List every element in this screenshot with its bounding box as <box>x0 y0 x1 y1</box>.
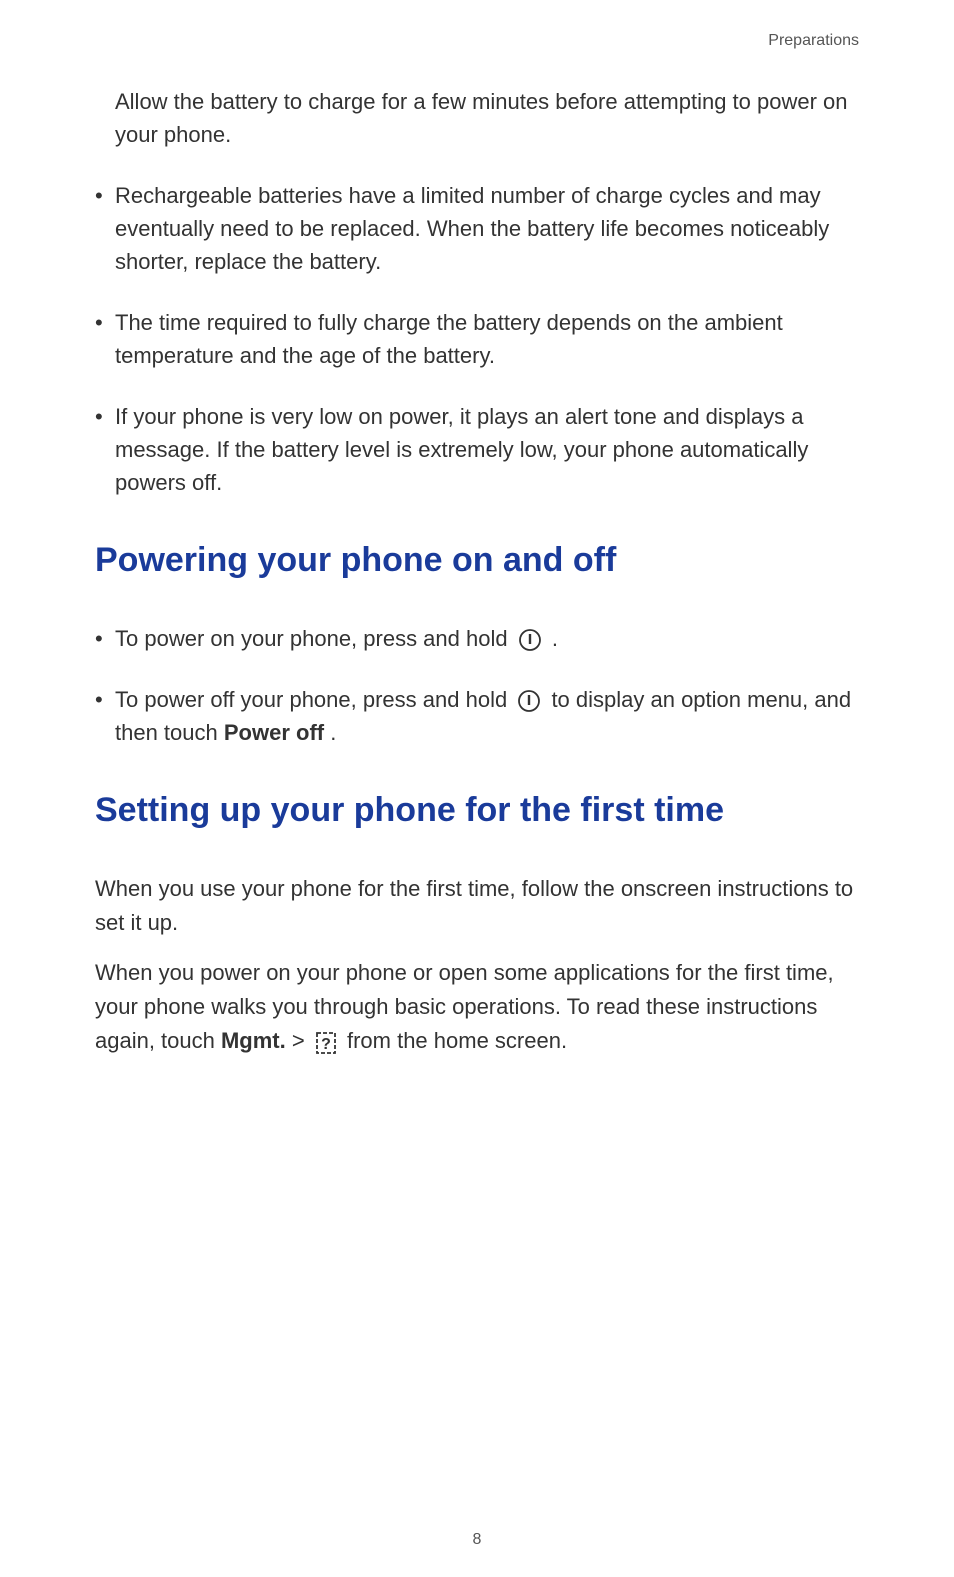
power-off-bold-label: Power off <box>224 720 324 745</box>
power-on-text-pre: To power on your phone, press and hold <box>115 626 514 651</box>
svg-text:?: ? <box>321 1036 331 1053</box>
power-off-text-pre: To power off your phone, press and hold <box>115 687 513 712</box>
bullet-item-power-off: To power off your phone, press and hold … <box>95 683 859 749</box>
intro-paragraph: Allow the battery to charge for a few mi… <box>95 85 859 151</box>
bullet-item-charge-time: The time required to fully charge the ba… <box>95 306 859 372</box>
heading-powering-phone: Powering your phone on and off <box>95 541 859 580</box>
power-button-icon <box>518 628 542 652</box>
page-content: Allow the battery to charge for a few mi… <box>95 85 859 1058</box>
setup-p2-mid: > <box>292 1028 311 1053</box>
setup-p2-post: from the home screen. <box>347 1028 567 1053</box>
bullet-item-low-power: If your phone is very low on power, it p… <box>95 400 859 499</box>
bullet-item-power-on: To power on your phone, press and hold . <box>95 622 859 655</box>
setup-paragraph-2: When you power on your phone or open som… <box>95 956 859 1058</box>
help-question-icon: ? <box>315 1031 337 1055</box>
setup-paragraph-1: When you use your phone for the first ti… <box>95 872 859 940</box>
heading-setting-up-phone: Setting up your phone for the first time <box>95 791 859 830</box>
page-number: 8 <box>473 1531 482 1549</box>
power-off-text-post: . <box>330 720 336 745</box>
bullet-item-battery-cycles: Rechargeable batteries have a limited nu… <box>95 179 859 278</box>
power-button-icon <box>517 689 541 713</box>
power-on-text-post: . <box>552 626 558 651</box>
section-header-label: Preparations <box>768 32 859 50</box>
mgmt-bold-label: Mgmt. <box>221 1028 286 1053</box>
